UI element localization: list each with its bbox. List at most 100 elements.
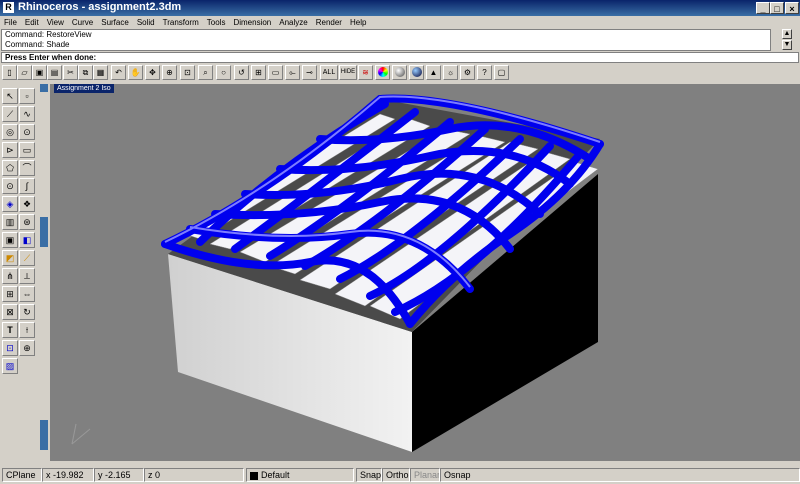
surface-icon[interactable]: ⊙ xyxy=(2,178,18,194)
polyline-icon[interactable]: ⟋ xyxy=(2,106,18,122)
command-scrollbar[interactable]: ▲ ▼ xyxy=(771,29,800,51)
light-icon[interactable]: ☼ xyxy=(443,65,458,80)
color-wheel-icon[interactable] xyxy=(375,65,390,80)
help-icon[interactable]: ? xyxy=(477,65,492,80)
menu-curve[interactable]: Curve xyxy=(68,17,97,29)
layer-name: Default xyxy=(261,470,290,480)
analyze-icon[interactable]: ⊕ xyxy=(19,340,35,356)
show-all-button[interactable]: ALL xyxy=(320,65,338,80)
undo-view-icon[interactable]: ↺ xyxy=(234,65,249,80)
circle-icon[interactable]: ◎ xyxy=(2,124,18,140)
menu-view[interactable]: View xyxy=(43,17,68,29)
minimize-button[interactable]: _ xyxy=(756,2,770,14)
dimension-icon[interactable]: ⟊ xyxy=(19,322,35,338)
viewport-tabs xyxy=(38,84,50,464)
zoom-window-icon[interactable]: ⌕ xyxy=(198,65,213,80)
menu-transform[interactable]: Transform xyxy=(159,17,203,29)
layer-icon[interactable]: ▭ xyxy=(268,65,283,80)
hide-button[interactable]: HIDE xyxy=(339,65,357,80)
undo-icon[interactable]: ↶ xyxy=(111,65,126,80)
command-history: Command: RestoreView Command: Shade xyxy=(1,29,771,51)
rotate-view-icon[interactable]: ✥ xyxy=(145,65,160,80)
move-icon[interactable]: ⇔ xyxy=(19,286,35,302)
arc-icon[interactable]: ⊳ xyxy=(2,142,18,158)
zoom-icon[interactable]: ⊕ xyxy=(162,65,177,80)
rhino-icon[interactable]: R xyxy=(3,2,14,13)
menu-surface[interactable]: Surface xyxy=(97,17,133,29)
save-icon[interactable]: ▣ xyxy=(32,65,47,80)
grid-snap-icon[interactable]: ⊡ xyxy=(2,340,18,356)
mesh-icon[interactable]: ◧ xyxy=(19,232,35,248)
maximize-button[interactable]: □ xyxy=(770,2,784,14)
layer-color-swatch xyxy=(250,471,258,480)
layers-panel-icon[interactable]: ≋ xyxy=(358,65,373,80)
z-coordinate: z 0 xyxy=(144,468,244,482)
properties-icon[interactable]: ▢ xyxy=(494,65,509,80)
scroll-up-icon[interactable]: ▲ xyxy=(782,29,792,39)
point-icon[interactable]: ▫ xyxy=(19,88,35,104)
perspective-viewport[interactable]: Assignment 2 Iso xyxy=(50,84,800,461)
menu-help[interactable]: Help xyxy=(346,17,370,29)
snap-toggle[interactable]: Snap xyxy=(356,468,382,482)
cut-icon[interactable]: ✂ xyxy=(63,65,78,80)
model-scene xyxy=(71,94,604,452)
polygon-icon[interactable]: ⬠ xyxy=(2,160,18,176)
world-axis-icon xyxy=(71,423,91,445)
render-icon[interactable]: ▲ xyxy=(426,65,441,80)
menu-file[interactable]: File xyxy=(0,17,21,29)
render-tools-icon[interactable]: ▨ xyxy=(2,358,18,374)
shaded-sphere-icon[interactable] xyxy=(392,65,407,80)
osnap-toggle[interactable]: Osnap xyxy=(440,468,800,482)
viewport-tab[interactable] xyxy=(40,84,48,92)
print-icon[interactable]: ▤ xyxy=(47,65,62,80)
sweep-icon[interactable]: ⊛ xyxy=(19,214,35,230)
solid-box-icon[interactable]: ▣ xyxy=(2,232,18,248)
scroll-down-icon[interactable]: ▼ xyxy=(782,40,792,50)
new-file-icon[interactable]: ▯ xyxy=(2,65,17,80)
curve-icon[interactable]: ∿ xyxy=(19,106,35,122)
split-icon[interactable]: ⋔ xyxy=(2,268,18,284)
lock-icon[interactable]: ⊸ xyxy=(302,65,317,80)
trim-icon[interactable]: ⟋ xyxy=(19,250,35,266)
menu-dimension[interactable]: Dimension xyxy=(229,17,275,29)
options-icon[interactable]: ⚙ xyxy=(460,65,475,80)
pan-icon[interactable]: ✋ xyxy=(128,65,143,80)
rotate-object-icon[interactable]: ↻ xyxy=(19,304,35,320)
menu-render[interactable]: Render xyxy=(312,17,346,29)
menu-edit[interactable]: Edit xyxy=(21,17,43,29)
copy-icon[interactable]: ⧉ xyxy=(78,65,93,80)
text-icon[interactable]: T xyxy=(2,322,18,338)
window-title: Rhinoceros - assignment2.3dm xyxy=(18,1,182,13)
ellipse-icon[interactable]: ⊙ xyxy=(19,124,35,140)
planar-toggle[interactable]: Planar xyxy=(410,468,440,482)
patch-icon[interactable]: ∫ xyxy=(19,178,35,194)
select-arrow-icon[interactable]: ↖ xyxy=(2,88,18,104)
fillet-icon[interactable]: ◩ xyxy=(2,250,18,266)
open-icon[interactable]: ▱ xyxy=(17,65,32,80)
viewport-tab[interactable] xyxy=(40,420,48,450)
join-icon[interactable]: ⟂ xyxy=(19,268,35,284)
extrude-icon[interactable]: ▥ xyxy=(2,214,18,230)
menu-analyze[interactable]: Analyze xyxy=(275,17,311,29)
menu-solid[interactable]: Solid xyxy=(133,17,159,29)
rectangle-icon[interactable]: ▭ xyxy=(19,142,35,158)
paste-icon[interactable]: ▦ xyxy=(93,65,108,80)
loft-icon[interactable]: ❖ xyxy=(19,196,35,212)
zoom-selected-icon[interactable]: ○ xyxy=(216,65,231,80)
command-prompt[interactable]: Press Enter when done: xyxy=(1,52,799,63)
explode-icon[interactable]: ⊞ xyxy=(2,286,18,302)
free-form-icon[interactable]: ⌒ xyxy=(19,160,35,176)
ortho-toggle[interactable]: Ortho xyxy=(382,468,410,482)
close-button[interactable]: × xyxy=(785,2,799,14)
viewport-title[interactable]: Assignment 2 Iso xyxy=(54,84,114,93)
menu-tools[interactable]: Tools xyxy=(203,17,230,29)
title-bar: R Rhinoceros - assignment2.3dm _ □ × xyxy=(0,0,800,16)
select-all-icon[interactable]: ⟜ xyxy=(285,65,300,80)
viewport-tab[interactable] xyxy=(40,217,48,247)
zoom-extents-icon[interactable]: ⊡ xyxy=(180,65,195,80)
surface-from-curves-icon[interactable]: ◈ xyxy=(2,196,18,212)
current-layer[interactable]: Default xyxy=(246,468,354,482)
four-viewports-icon[interactable]: ⊞ xyxy=(251,65,266,80)
rendered-sphere-icon[interactable] xyxy=(409,65,424,80)
copy-object-icon[interactable]: ⊠ xyxy=(2,304,18,320)
